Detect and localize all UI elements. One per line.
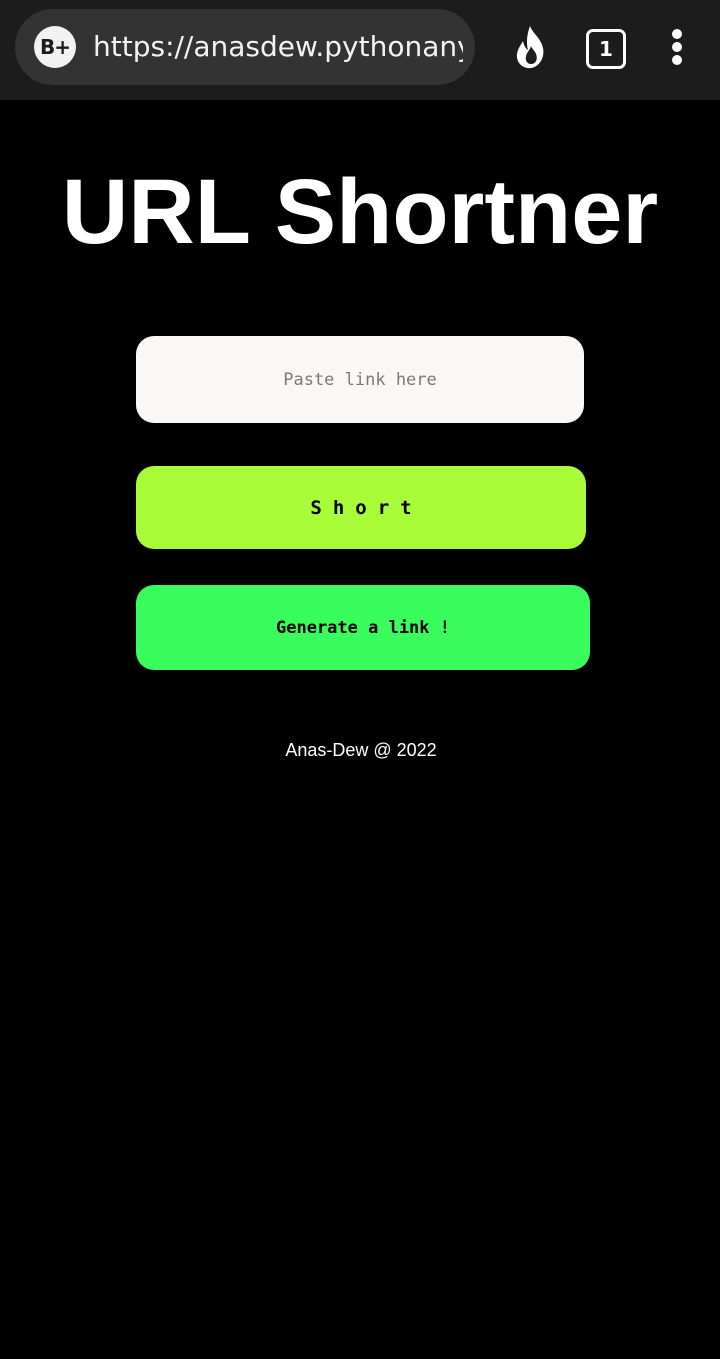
site-info-icon[interactable]: B+ — [34, 26, 76, 68]
overflow-menu-icon[interactable] — [667, 29, 687, 65]
short-button[interactable]: Short — [136, 466, 586, 549]
flame-icon[interactable] — [510, 24, 554, 70]
page-title: URL Shortner — [61, 161, 659, 263]
tabs-icon[interactable]: 1 — [586, 29, 626, 69]
browser-toolbar: B+ https://anasdew.pythonanywhere.com/ 1 — [0, 0, 720, 100]
address-bar-url[interactable]: https://anasdew.pythonanywhere.com/ — [93, 9, 463, 85]
address-bar[interactable]: B+ https://anasdew.pythonanywhere.com/ — [15, 9, 475, 85]
footer-credit: Anas-Dew @ 2022 — [285, 740, 437, 760]
generate-link-button[interactable]: Generate a link ! — [136, 585, 590, 670]
link-input[interactable] — [136, 336, 584, 423]
